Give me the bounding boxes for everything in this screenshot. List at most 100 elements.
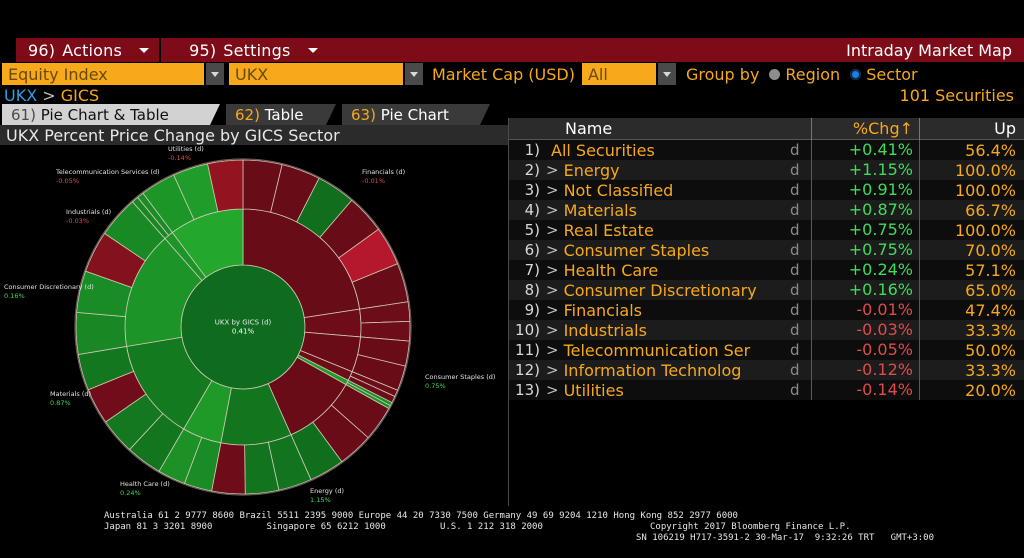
security-type-dropdown-button[interactable] bbox=[206, 63, 224, 85]
row-pct-change: +1.15% bbox=[812, 160, 920, 180]
row-detail-flag[interactable]: d bbox=[790, 360, 812, 380]
row-pct-change: +0.87% bbox=[812, 200, 920, 220]
ticker-input[interactable]: UKX bbox=[229, 63, 403, 85]
sunburst-label: Utilities (d) -0.14% bbox=[168, 145, 204, 163]
expand-arrow-icon[interactable]: > bbox=[546, 241, 559, 259]
breadcrumb-root[interactable]: UKX bbox=[4, 86, 37, 105]
control-row: Equity Index UKX Market Cap (USD) All Gr… bbox=[0, 62, 1024, 86]
header-pct-change[interactable]: %Chg↑ bbox=[812, 117, 920, 140]
row-name-cell[interactable]: > Industrials bbox=[543, 321, 790, 340]
table-row[interactable]: 8) > Consumer Discretionary d +0.16% 65.0% bbox=[509, 280, 1024, 300]
table-row[interactable]: 3) > Not Classified d +0.91% 100.0% bbox=[509, 180, 1024, 200]
row-up-pct: 70.0% bbox=[965, 240, 1016, 260]
row-detail-flag[interactable]: d bbox=[790, 260, 812, 280]
sunburst-label: Energy (d) 1.15% bbox=[310, 487, 344, 505]
table-row[interactable]: 12) > Information Technolog d -0.12% 33.3% bbox=[509, 360, 1024, 380]
table-row[interactable]: 7) > Health Care d +0.24% 57.1% bbox=[509, 260, 1024, 280]
row-name-cell[interactable]: > Financials bbox=[543, 301, 790, 320]
table-row[interactable]: 5) > Real Estate d +0.75% 100.0% bbox=[509, 220, 1024, 240]
row-detail-flag[interactable]: d bbox=[790, 280, 812, 300]
row-up-pct: 57.1% bbox=[965, 260, 1016, 280]
expand-arrow-icon[interactable]: > bbox=[546, 281, 559, 299]
sunburst-label-name: Consumer Staples (d) bbox=[425, 373, 496, 381]
radio-region[interactable] bbox=[769, 68, 781, 80]
row-detail-flag[interactable]: d bbox=[790, 320, 812, 340]
row-name-cell[interactable]: > Materials bbox=[543, 201, 790, 220]
expand-arrow-icon[interactable]: > bbox=[546, 301, 559, 319]
market-cap-dropdown-button[interactable] bbox=[657, 63, 676, 85]
sunburst-chart[interactable]: UKX by GICS (d) 0.41% bbox=[62, 151, 424, 503]
expand-arrow-icon[interactable]: > bbox=[546, 361, 559, 379]
row-detail-flag[interactable]: d bbox=[790, 220, 812, 240]
table-row[interactable]: 6) > Consumer Staples d +0.75% 70.0% bbox=[509, 240, 1024, 260]
table-row[interactable]: 11) > Telecommunication Ser d -0.05% 50.0% bbox=[509, 340, 1024, 360]
row-name-cell[interactable]: > Not Classified bbox=[543, 181, 790, 200]
expand-arrow-icon[interactable]: > bbox=[546, 261, 559, 279]
table-row[interactable]: 10) > Industrials d -0.03% 33.3% bbox=[509, 320, 1024, 340]
row-name-cell[interactable]: > Consumer Discretionary bbox=[543, 281, 790, 300]
table-row[interactable]: 1) All Securities d +0.41% 56.4% bbox=[509, 140, 1024, 160]
row-name-cell[interactable]: > Real Estate bbox=[543, 221, 790, 240]
market-cap-input[interactable]: All bbox=[581, 63, 656, 85]
sunburst-label-name: Materials (d) bbox=[50, 390, 92, 398]
row-pct-change: -0.14% bbox=[812, 380, 920, 400]
row-up-pct: 33.3% bbox=[965, 320, 1016, 340]
expand-arrow-icon[interactable]: > bbox=[546, 341, 559, 359]
row-name-cell[interactable]: > Information Technolog bbox=[543, 361, 790, 380]
tab-table[interactable]: 62) Table bbox=[226, 104, 336, 125]
row-detail-flag[interactable]: d bbox=[790, 240, 812, 260]
tab-pie-chart-and-table[interactable]: 61) Pie Chart & Table bbox=[2, 104, 220, 125]
row-detail-flag[interactable]: d bbox=[790, 160, 812, 180]
tab-label: Pie Chart bbox=[380, 105, 449, 124]
sunburst-label-value: 0.16% bbox=[4, 291, 25, 300]
row-index: 11) bbox=[515, 341, 540, 359]
row-detail-flag[interactable]: d bbox=[790, 180, 812, 200]
row-detail-flag[interactable]: d bbox=[790, 140, 812, 160]
expand-arrow-icon[interactable]: > bbox=[546, 221, 559, 239]
footer: Australia 61 2 9777 8600 Brazil 5511 239… bbox=[0, 508, 1024, 558]
row-detail-flag[interactable]: d bbox=[790, 380, 812, 400]
expand-arrow-icon[interactable]: > bbox=[546, 181, 559, 199]
row-detail-flag[interactable]: d bbox=[790, 340, 812, 360]
settings-menu[interactable]: 95) Settings bbox=[177, 38, 327, 62]
radio-sector[interactable] bbox=[850, 68, 862, 80]
securities-count: 101 Securities bbox=[899, 86, 1014, 105]
row-name-cell[interactable]: All Securities bbox=[543, 141, 790, 160]
row-detail-flag[interactable]: d bbox=[790, 300, 812, 320]
chevron-down-icon bbox=[307, 47, 318, 53]
table-row[interactable]: 9) > Financials d -0.01% 47.4% bbox=[509, 300, 1024, 320]
breadcrumb-node[interactable]: GICS bbox=[61, 86, 99, 105]
header-name[interactable]: Name bbox=[543, 118, 790, 140]
group-by-label: Group by bbox=[685, 64, 760, 84]
security-type-input[interactable]: Equity Index bbox=[2, 63, 204, 85]
expand-arrow-icon[interactable]: > bbox=[546, 201, 559, 219]
table-row[interactable]: 2) > Energy d +1.15% 100.0% bbox=[509, 160, 1024, 180]
row-name-cell[interactable]: > Telecommunication Ser bbox=[543, 341, 790, 360]
header-index bbox=[509, 118, 543, 140]
row-pct-change: -0.03% bbox=[812, 320, 920, 340]
row-name-cell[interactable]: > Utilities bbox=[543, 381, 790, 400]
actions-menu-number: 96) bbox=[28, 40, 56, 60]
expand-arrow-icon[interactable]: > bbox=[546, 381, 559, 399]
table-row[interactable]: 13) > Utilities d -0.14% 20.0% bbox=[509, 380, 1024, 400]
row-index: 12) bbox=[515, 361, 540, 379]
expand-arrow-icon[interactable]: > bbox=[546, 161, 559, 179]
row-name-cell[interactable]: > Health Care bbox=[543, 261, 790, 280]
actions-menu[interactable]: 96) Actions bbox=[16, 38, 159, 62]
row-name-cell[interactable]: > Consumer Staples bbox=[543, 241, 790, 260]
row-detail-flag[interactable]: d bbox=[790, 200, 812, 220]
row-index: 1) bbox=[524, 141, 540, 159]
table-row[interactable]: 4) > Materials d +0.87% 66.7% bbox=[509, 200, 1024, 220]
header-up[interactable]: Up bbox=[920, 118, 1024, 140]
tab-number: 63) bbox=[351, 105, 376, 124]
ticker-dropdown-button[interactable] bbox=[405, 63, 423, 85]
sunburst-center-hub[interactable] bbox=[180, 264, 306, 390]
sunburst-label: Materials (d) 0.87% bbox=[50, 390, 91, 408]
row-up-pct: 33.3% bbox=[965, 360, 1016, 380]
row-name-cell[interactable]: > Energy bbox=[543, 161, 790, 180]
row-pct-change: +0.16% bbox=[812, 280, 920, 300]
tab-pie-chart[interactable]: 63) Pie Chart bbox=[342, 104, 490, 125]
expand-arrow-icon[interactable]: > bbox=[546, 321, 559, 339]
breadcrumb[interactable]: UKX > GICS bbox=[4, 86, 99, 105]
row-index: 10) bbox=[515, 321, 540, 339]
